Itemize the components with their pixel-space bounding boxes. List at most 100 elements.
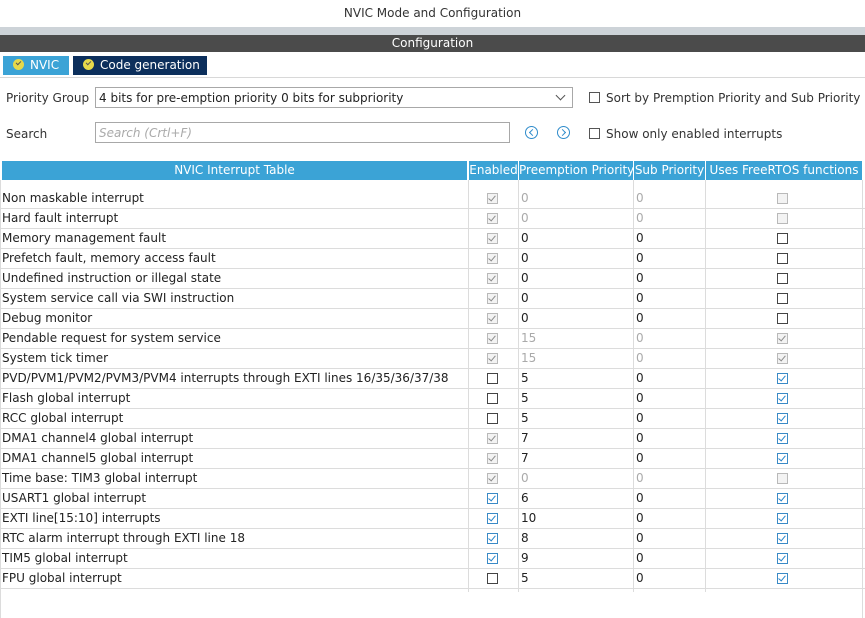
table-row[interactable]: Undefined instruction or illegal state 0 0 xyxy=(0,269,865,289)
interrupt-name: EXTI line[15:10] interrupts xyxy=(2,511,161,525)
table-row[interactable]: Pendable request for system service 15 0 xyxy=(0,329,865,349)
enabled-checkbox xyxy=(487,193,498,204)
freertos-checkbox[interactable] xyxy=(777,373,788,384)
table-row[interactable]: System service call via SWI instruction 0… xyxy=(0,289,865,309)
sub-priority-value[interactable]: 0 xyxy=(636,289,644,308)
column-header-sub-priority[interactable]: Sub Priority xyxy=(634,161,705,180)
interrupt-name: DMA1 channel5 global interrupt xyxy=(2,451,194,465)
table-row[interactable]: RTC alarm interrupt through EXTI line 18… xyxy=(0,529,865,549)
table-row[interactable]: Hard fault interrupt 0 0 xyxy=(0,209,865,229)
sub-priority-value[interactable]: 0 xyxy=(636,509,644,528)
tab-nvic[interactable]: NVIC xyxy=(3,56,69,75)
freertos-checkbox[interactable] xyxy=(777,453,788,464)
sub-priority-value[interactable]: 0 xyxy=(636,389,644,408)
preemption-priority-value[interactable]: 6 xyxy=(521,489,529,508)
table-row[interactable]: FPU global interrupt 5 0 xyxy=(0,569,865,589)
sub-priority-value[interactable]: 0 xyxy=(636,529,644,548)
enabled-checkbox[interactable] xyxy=(487,373,498,384)
sub-priority-value[interactable]: 0 xyxy=(636,489,644,508)
freertos-checkbox[interactable] xyxy=(777,293,788,304)
table-row[interactable]: System tick timer 15 0 xyxy=(0,349,865,369)
search-next-button[interactable] xyxy=(557,126,570,139)
sub-priority-value: 0 xyxy=(636,471,644,485)
show-enabled-label: Show only enabled interrupts xyxy=(606,127,783,141)
sub-priority-value[interactable]: 0 xyxy=(636,369,644,388)
freertos-checkbox[interactable] xyxy=(777,553,788,564)
enabled-checkbox[interactable] xyxy=(487,493,498,504)
preemption-priority-value[interactable]: 7 xyxy=(521,449,529,468)
preemption-priority-value[interactable]: 5 xyxy=(521,369,529,388)
preemption-priority-value[interactable]: 7 xyxy=(521,429,529,448)
search-label: Search xyxy=(6,127,48,141)
table-row[interactable]: TIM5 global interrupt 9 0 xyxy=(0,549,865,569)
sub-priority-value[interactable]: 0 xyxy=(636,409,644,428)
table-row[interactable]: USART1 global interrupt 6 0 xyxy=(0,489,865,509)
interrupt-name: System tick timer xyxy=(2,351,109,365)
table-row[interactable]: Flash global interrupt 5 0 xyxy=(0,389,865,409)
enabled-checkbox[interactable] xyxy=(487,553,498,564)
preemption-priority-value[interactable]: 0 xyxy=(521,309,529,328)
column-header-freertos[interactable]: Uses FreeRTOS functions xyxy=(706,161,862,180)
interrupt-name: PVD/PVM1/PVM2/PVM3/PVM4 interrupts throu… xyxy=(2,371,449,385)
table-row[interactable]: RCC global interrupt 5 0 xyxy=(0,409,865,429)
enabled-checkbox xyxy=(487,473,498,484)
enabled-checkbox xyxy=(487,233,498,244)
table-row[interactable]: Non maskable interrupt 0 0 xyxy=(0,189,865,209)
preemption-priority-value[interactable]: 5 xyxy=(521,569,529,588)
sort-priority-checkbox[interactable] xyxy=(589,92,600,103)
freertos-checkbox[interactable] xyxy=(777,513,788,524)
table-row[interactable]: Debug monitor 0 0 xyxy=(0,309,865,329)
sub-priority-value[interactable]: 0 xyxy=(636,249,644,268)
table-row[interactable]: DMA1 channel5 global interrupt 7 0 xyxy=(0,449,865,469)
freertos-checkbox[interactable] xyxy=(777,313,788,324)
column-header-interrupt[interactable]: NVIC Interrupt Table xyxy=(2,161,467,180)
freertos-checkbox[interactable] xyxy=(777,253,788,264)
freertos-checkbox[interactable] xyxy=(777,533,788,544)
preemption-priority-value[interactable]: 0 xyxy=(521,249,529,268)
column-header-preemption[interactable]: Preemption Priority xyxy=(519,161,633,180)
freertos-checkbox[interactable] xyxy=(777,413,788,424)
freertos-checkbox[interactable] xyxy=(777,273,788,284)
interrupt-name: System service call via SWI instruction xyxy=(2,291,235,305)
sub-priority-value[interactable]: 0 xyxy=(636,269,644,288)
search-input[interactable] xyxy=(95,122,510,143)
preemption-priority-value[interactable]: 0 xyxy=(521,229,529,248)
tab-code-generation[interactable]: Code generation xyxy=(73,56,207,75)
table-row[interactable]: DMA1 channel4 global interrupt 7 0 xyxy=(0,429,865,449)
freertos-checkbox[interactable] xyxy=(777,493,788,504)
preemption-priority-value[interactable]: 9 xyxy=(521,549,529,568)
interrupt-name: Debug monitor xyxy=(2,311,93,325)
freertos-checkbox[interactable] xyxy=(777,393,788,404)
freertos-checkbox[interactable] xyxy=(777,233,788,244)
preemption-priority-value[interactable]: 10 xyxy=(521,509,536,528)
enabled-checkbox[interactable] xyxy=(487,413,498,424)
show-enabled-checkbox[interactable] xyxy=(589,128,600,139)
table-row[interactable]: Time base: TIM3 global interrupt 0 0 xyxy=(0,469,865,489)
enabled-checkbox[interactable] xyxy=(487,393,498,404)
table-row[interactable]: EXTI line[15:10] interrupts 10 0 xyxy=(0,509,865,529)
tab-code-generation-label: Code generation xyxy=(100,58,200,72)
column-header-enabled[interactable]: Enabled xyxy=(469,161,518,180)
enabled-checkbox[interactable] xyxy=(487,533,498,544)
sub-priority-value[interactable]: 0 xyxy=(636,309,644,328)
sub-priority-value[interactable]: 0 xyxy=(636,569,644,588)
preemption-priority-value[interactable]: 8 xyxy=(521,529,529,548)
freertos-checkbox[interactable] xyxy=(777,573,788,584)
table-row[interactable]: PVD/PVM1/PVM2/PVM3/PVM4 interrupts throu… xyxy=(0,369,865,389)
preemption-priority-value[interactable]: 0 xyxy=(521,269,529,288)
preemption-priority-value[interactable]: 0 xyxy=(521,289,529,308)
freertos-checkbox[interactable] xyxy=(777,433,788,444)
preemption-priority-value: 0 xyxy=(521,211,529,225)
preemption-priority-value[interactable]: 5 xyxy=(521,389,529,408)
sub-priority-value[interactable]: 0 xyxy=(636,549,644,568)
sub-priority-value[interactable]: 0 xyxy=(636,449,644,468)
preemption-priority-value[interactable]: 5 xyxy=(521,409,529,428)
table-row[interactable]: Memory management fault 0 0 xyxy=(0,229,865,249)
table-row[interactable]: Prefetch fault, memory access fault 0 0 xyxy=(0,249,865,269)
enabled-checkbox[interactable] xyxy=(487,513,498,524)
sub-priority-value[interactable]: 0 xyxy=(636,229,644,248)
enabled-checkbox[interactable] xyxy=(487,573,498,584)
sub-priority-value[interactable]: 0 xyxy=(636,429,644,448)
priority-group-select[interactable]: 4 bits for pre-emption priority 0 bits f… xyxy=(95,87,573,108)
search-previous-button[interactable] xyxy=(525,126,538,139)
